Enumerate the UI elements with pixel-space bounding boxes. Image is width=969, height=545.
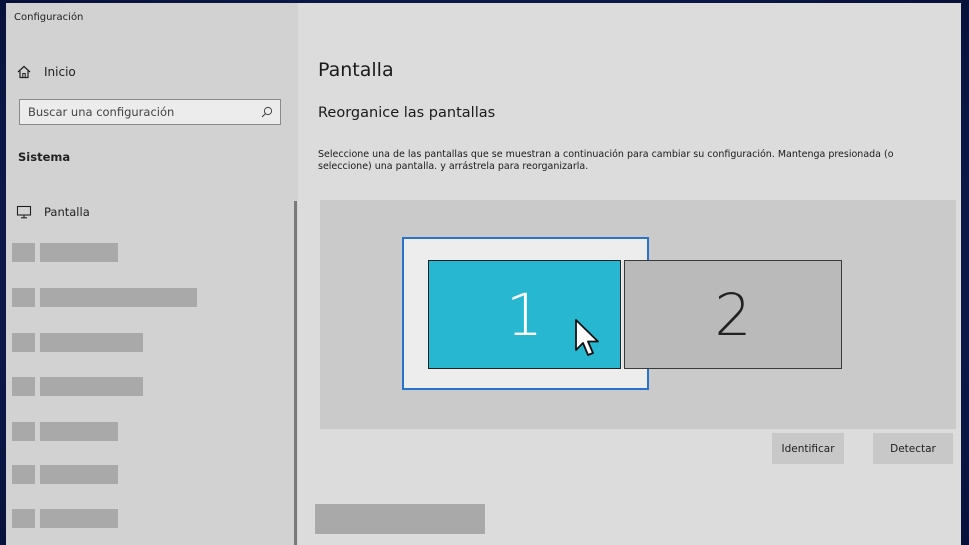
display-2[interactable]: 2 — [624, 260, 842, 369]
redacted-icon — [12, 243, 35, 262]
main-content: Pantalla Reorganice las pantallas Selecc… — [298, 3, 961, 545]
redacted-label — [40, 288, 197, 307]
redacted-label — [40, 509, 118, 528]
identify-button[interactable]: Identificar — [772, 433, 844, 464]
section-title: Reorganice las pantallas — [318, 105, 496, 121]
window-title: Configuración — [14, 12, 84, 23]
sidebar-selection-divider — [294, 201, 297, 545]
sidebar: Configuración Inicio Buscar una configur… — [6, 3, 298, 545]
detect-button[interactable]: Detectar — [873, 433, 953, 464]
redacted-label — [40, 377, 143, 396]
redacted-label — [40, 243, 118, 262]
sidebar-item-home-label: Inicio — [44, 65, 76, 79]
sidebar-item-display[interactable]: Pantalla — [16, 201, 286, 223]
sidebar-section-label: Sistema — [18, 150, 71, 164]
redacted-content — [315, 504, 485, 534]
sidebar-item-home[interactable]: Inicio — [16, 61, 216, 83]
monitor-icon — [16, 205, 32, 219]
redacted-icon — [12, 288, 35, 307]
redacted-icon — [12, 377, 35, 396]
redacted-label — [40, 333, 143, 352]
instructions-text: Seleccione una de las pantallas que se m… — [318, 149, 894, 172]
redacted-label — [40, 422, 118, 441]
search-input[interactable] — [28, 105, 260, 119]
sidebar-item-display-label: Pantalla — [44, 205, 90, 219]
home-icon — [16, 64, 32, 80]
redacted-icon — [12, 465, 35, 484]
redacted-label — [40, 465, 118, 484]
redacted-icon — [12, 422, 35, 441]
redacted-icon — [12, 509, 35, 528]
redacted-icon — [12, 333, 35, 352]
display-arrangement-area[interactable]: 1 2 — [320, 200, 956, 429]
mouse-cursor-icon — [575, 319, 599, 356]
settings-window: Configuración Inicio Buscar una configur… — [6, 3, 961, 545]
search-icon[interactable] — [260, 105, 274, 119]
search-box[interactable] — [19, 99, 281, 125]
screen-frame: Configuración Inicio Buscar una configur… — [0, 0, 969, 545]
page-title: Pantalla — [318, 59, 394, 81]
